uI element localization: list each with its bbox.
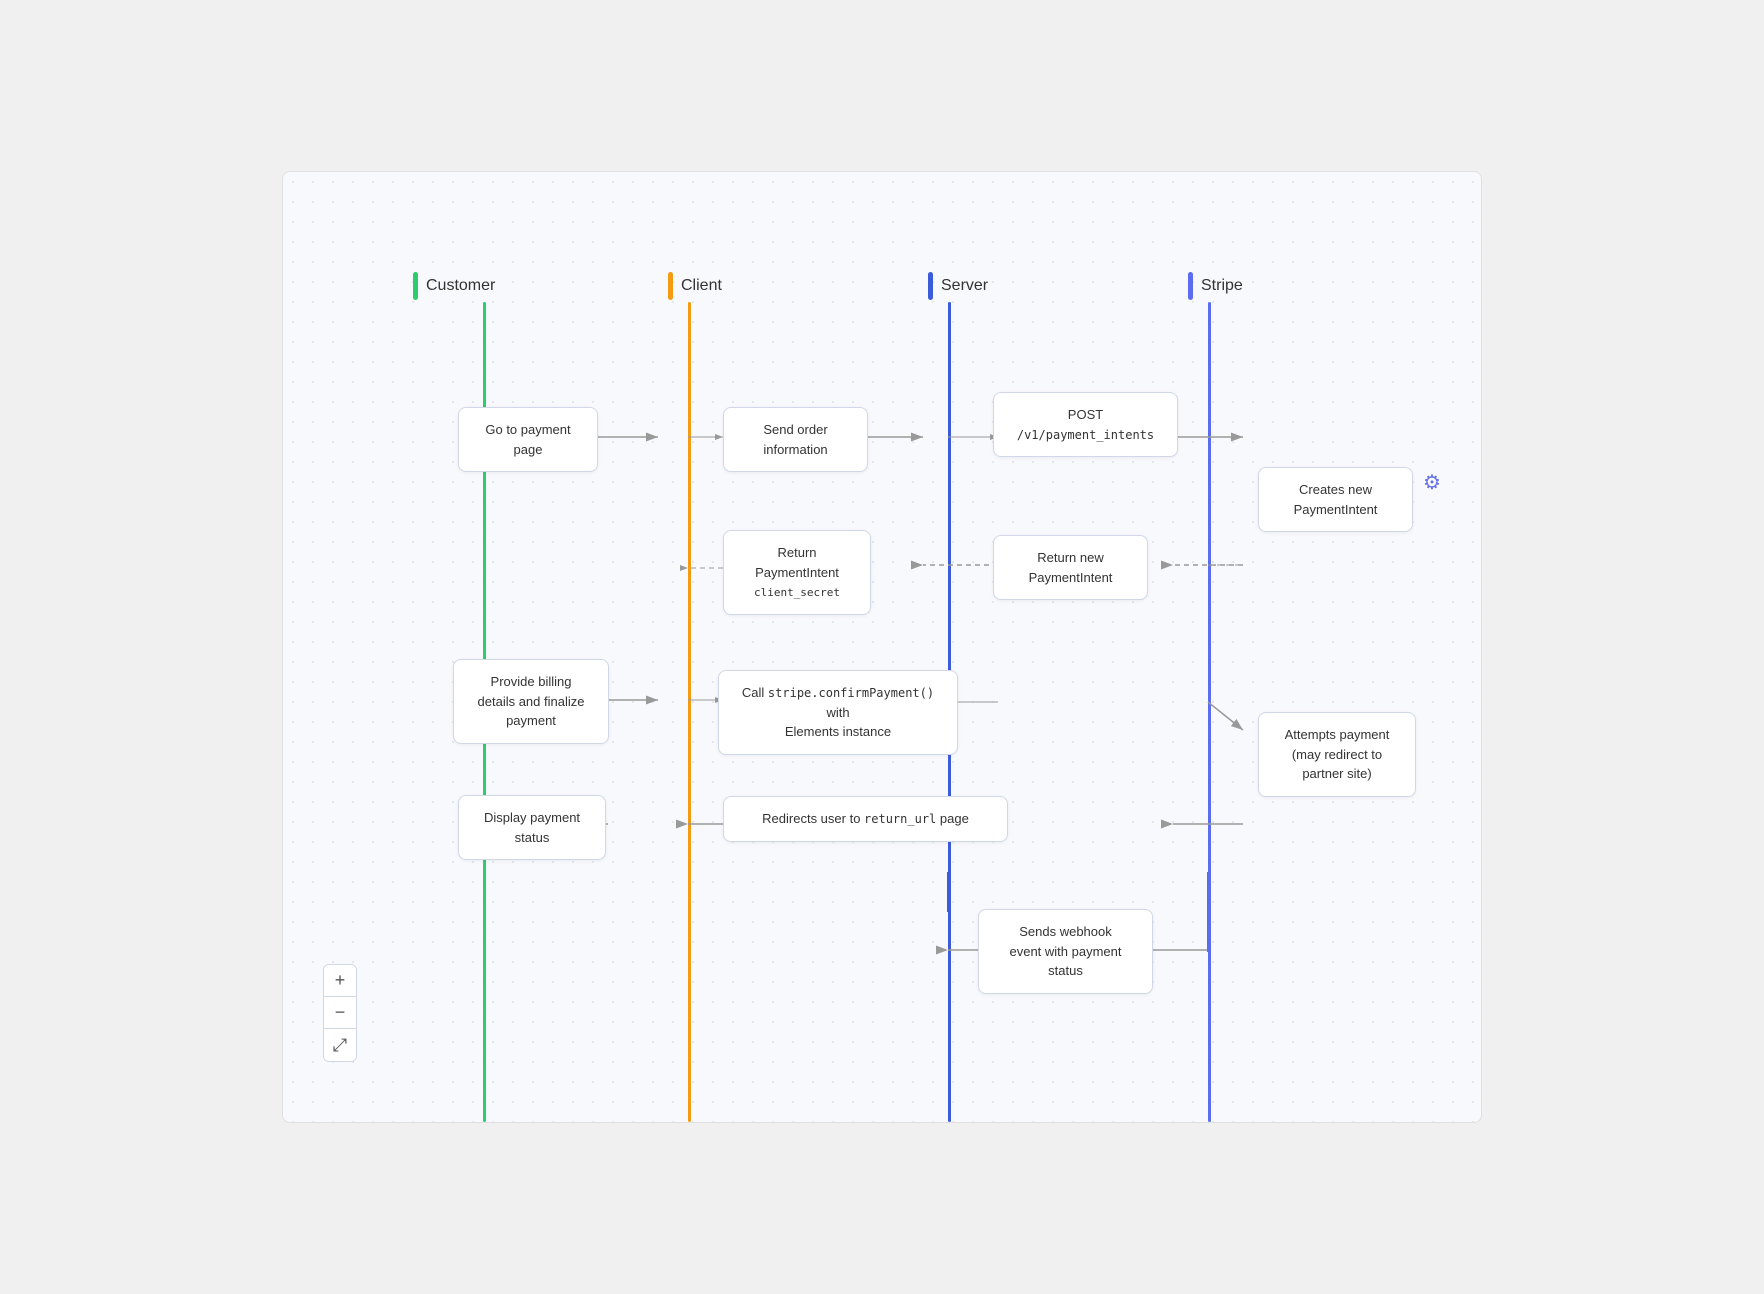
box-return-client-secret: ReturnPaymentIntentclient_secret bbox=[723, 530, 871, 615]
zoom-out-button[interactable]: − bbox=[324, 997, 356, 1029]
zoom-controls: + − ⤢ bbox=[323, 964, 357, 1062]
arrow-to-stripe-2 bbox=[1208, 702, 1243, 730]
box-provide-billing: Provide billingdetails and finalizepayme… bbox=[453, 659, 609, 744]
client-line bbox=[688, 302, 691, 1122]
box-return-new-intent: Return newPaymentIntent bbox=[993, 535, 1148, 600]
box-attempts-payment: Attempts payment(may redirect topartner … bbox=[1258, 712, 1416, 797]
lane-header-customer: Customer bbox=[413, 272, 495, 300]
server-indicator bbox=[928, 272, 933, 300]
box-display-status: Display paymentstatus bbox=[458, 795, 606, 860]
box-go-payment: Go to paymentpage bbox=[458, 407, 598, 472]
lane-header-server: Server bbox=[928, 272, 988, 300]
box-post-intents: POST/v1/payment_intents bbox=[993, 392, 1178, 457]
box-webhook: Sends webhookevent with paymentstatus bbox=[978, 909, 1153, 994]
box-redirects-user: Redirects user to return_url page bbox=[723, 796, 1008, 842]
stripe-icon: ⚙ bbox=[1423, 470, 1441, 495]
box-creates-intent: Creates newPaymentIntent bbox=[1258, 467, 1413, 532]
arrows-svg bbox=[283, 172, 1481, 1122]
diagram-inner: Customer Client Server Stripe bbox=[283, 172, 1481, 1122]
box-send-order: Send orderinformation bbox=[723, 407, 868, 472]
zoom-in-button[interactable]: + bbox=[324, 965, 356, 997]
customer-indicator bbox=[413, 272, 418, 300]
lane-header-client: Client bbox=[668, 272, 722, 300]
lane-header-stripe: Stripe bbox=[1188, 272, 1243, 300]
stripe-line bbox=[1208, 302, 1211, 1122]
fullscreen-button[interactable]: ⤢ bbox=[324, 1029, 356, 1061]
customer-label: Customer bbox=[426, 277, 495, 295]
stripe-indicator bbox=[1188, 272, 1193, 300]
box-stripe-confirm: Call stripe.confirmPayment() withElement… bbox=[718, 670, 958, 755]
server-label: Server bbox=[941, 277, 988, 295]
client-indicator bbox=[668, 272, 673, 300]
stripe-label: Stripe bbox=[1201, 277, 1243, 295]
client-label: Client bbox=[681, 277, 722, 295]
diagram-container: Customer Client Server Stripe bbox=[282, 171, 1482, 1123]
